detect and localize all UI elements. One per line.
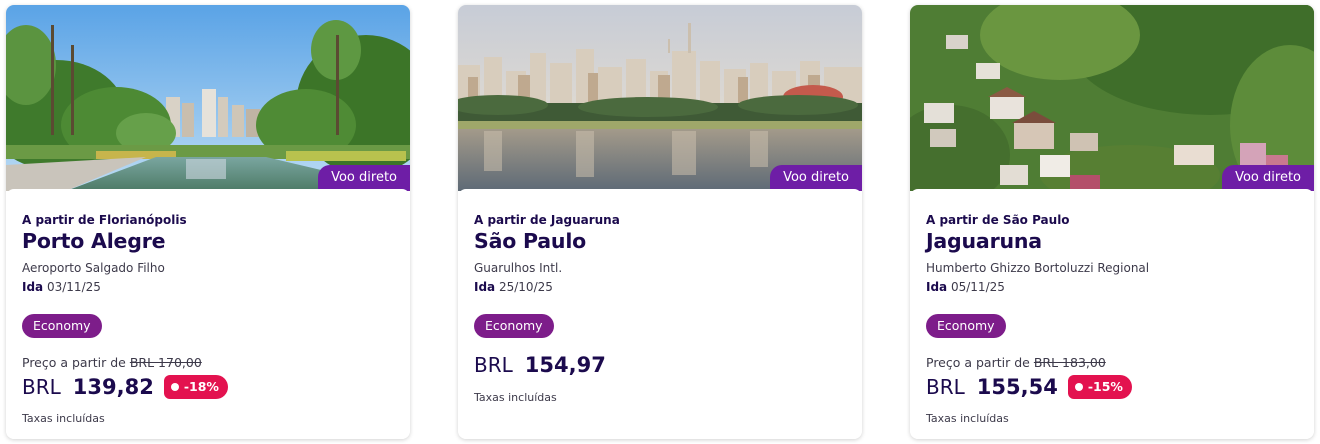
date-label: Ida [22, 280, 44, 294]
discount-dot-icon [1074, 383, 1083, 391]
destination-title: São Paulo [474, 229, 587, 253]
flight-card-sao-paulo[interactable]: Voo direto A partir de Jaguaruna São Pau… [458, 5, 862, 439]
price-amount: 155,54 [976, 375, 1058, 399]
direct-flight-badge: Voo direto [1222, 165, 1314, 191]
price-row: BRL 154,97 [474, 353, 606, 377]
destination-photo [910, 5, 1314, 191]
destination-photo [458, 5, 862, 191]
price-from-line: Preço a partir de BRL 183,00 [926, 355, 1106, 370]
price-from-line: Preço a partir de BRL 170,00 [22, 355, 202, 370]
price-row: BRL 155,54 -15% [926, 375, 1132, 399]
discount-value: -18% [183, 379, 219, 394]
date-value: 25/10/25 [498, 280, 553, 294]
departure-date: Ida 05/11/25 [926, 280, 1005, 294]
card-body: A partir de Florianópolis Porto Alegre A… [6, 189, 410, 439]
departure-date: Ida 03/11/25 [22, 280, 101, 294]
price-from-label: Preço a partir de [926, 355, 1030, 370]
card-body: A partir de São Paulo Jaguaruna Humberto… [910, 189, 1314, 439]
price-row: BRL 139,82 -18% [22, 375, 228, 399]
date-label: Ida [926, 280, 948, 294]
airport-name: Aeroporto Salgado Filho [22, 261, 165, 275]
airport-name: Humberto Ghizzo Bortoluzzi Regional [926, 261, 1150, 275]
discount-value: -15% [1087, 379, 1123, 394]
taxes-note: Taxas incluídas [474, 391, 557, 404]
cabin-class-pill: Economy [474, 314, 554, 338]
price-amount: 154,97 [524, 353, 606, 377]
currency: BRL [926, 375, 965, 399]
date-value: 03/11/25 [46, 280, 101, 294]
date-value: 05/11/25 [950, 280, 1005, 294]
taxes-note: Taxas incluídas [22, 412, 105, 425]
currency: BRL [474, 353, 513, 377]
flight-card-jaguaruna[interactable]: Voo direto A partir de São Paulo Jaguaru… [910, 5, 1314, 439]
taxes-note: Taxas incluídas [926, 412, 1009, 425]
direct-flight-badge: Voo direto [770, 165, 862, 191]
old-price: BRL 170,00 [129, 355, 202, 370]
origin-label: A partir de Jaguaruna [474, 213, 620, 227]
destination-title: Porto Alegre [22, 229, 166, 253]
flight-card-porto-alegre[interactable]: Voo direto A partir de Florianópolis Por… [6, 5, 410, 439]
price-amount: 139,82 [72, 375, 154, 399]
origin-label: A partir de São Paulo [926, 213, 1070, 227]
discount-dot-icon [170, 383, 179, 391]
discount-badge: -18% [163, 375, 228, 399]
discount-badge: -15% [1067, 375, 1132, 399]
price-from-label: Preço a partir de [22, 355, 126, 370]
direct-flight-badge: Voo direto [318, 165, 410, 191]
departure-date: Ida 25/10/25 [474, 280, 553, 294]
destination-title: Jaguaruna [926, 229, 1042, 253]
card-body: A partir de Jaguaruna São Paulo Guarulho… [458, 189, 862, 439]
destination-photo [6, 5, 410, 191]
origin-label: A partir de Florianópolis [22, 213, 187, 227]
cabin-class-pill: Economy [22, 314, 102, 338]
currency: BRL [22, 375, 61, 399]
date-label: Ida [474, 280, 496, 294]
old-price: BRL 183,00 [1033, 355, 1106, 370]
cabin-class-pill: Economy [926, 314, 1006, 338]
airport-name: Guarulhos Intl. [474, 261, 563, 275]
